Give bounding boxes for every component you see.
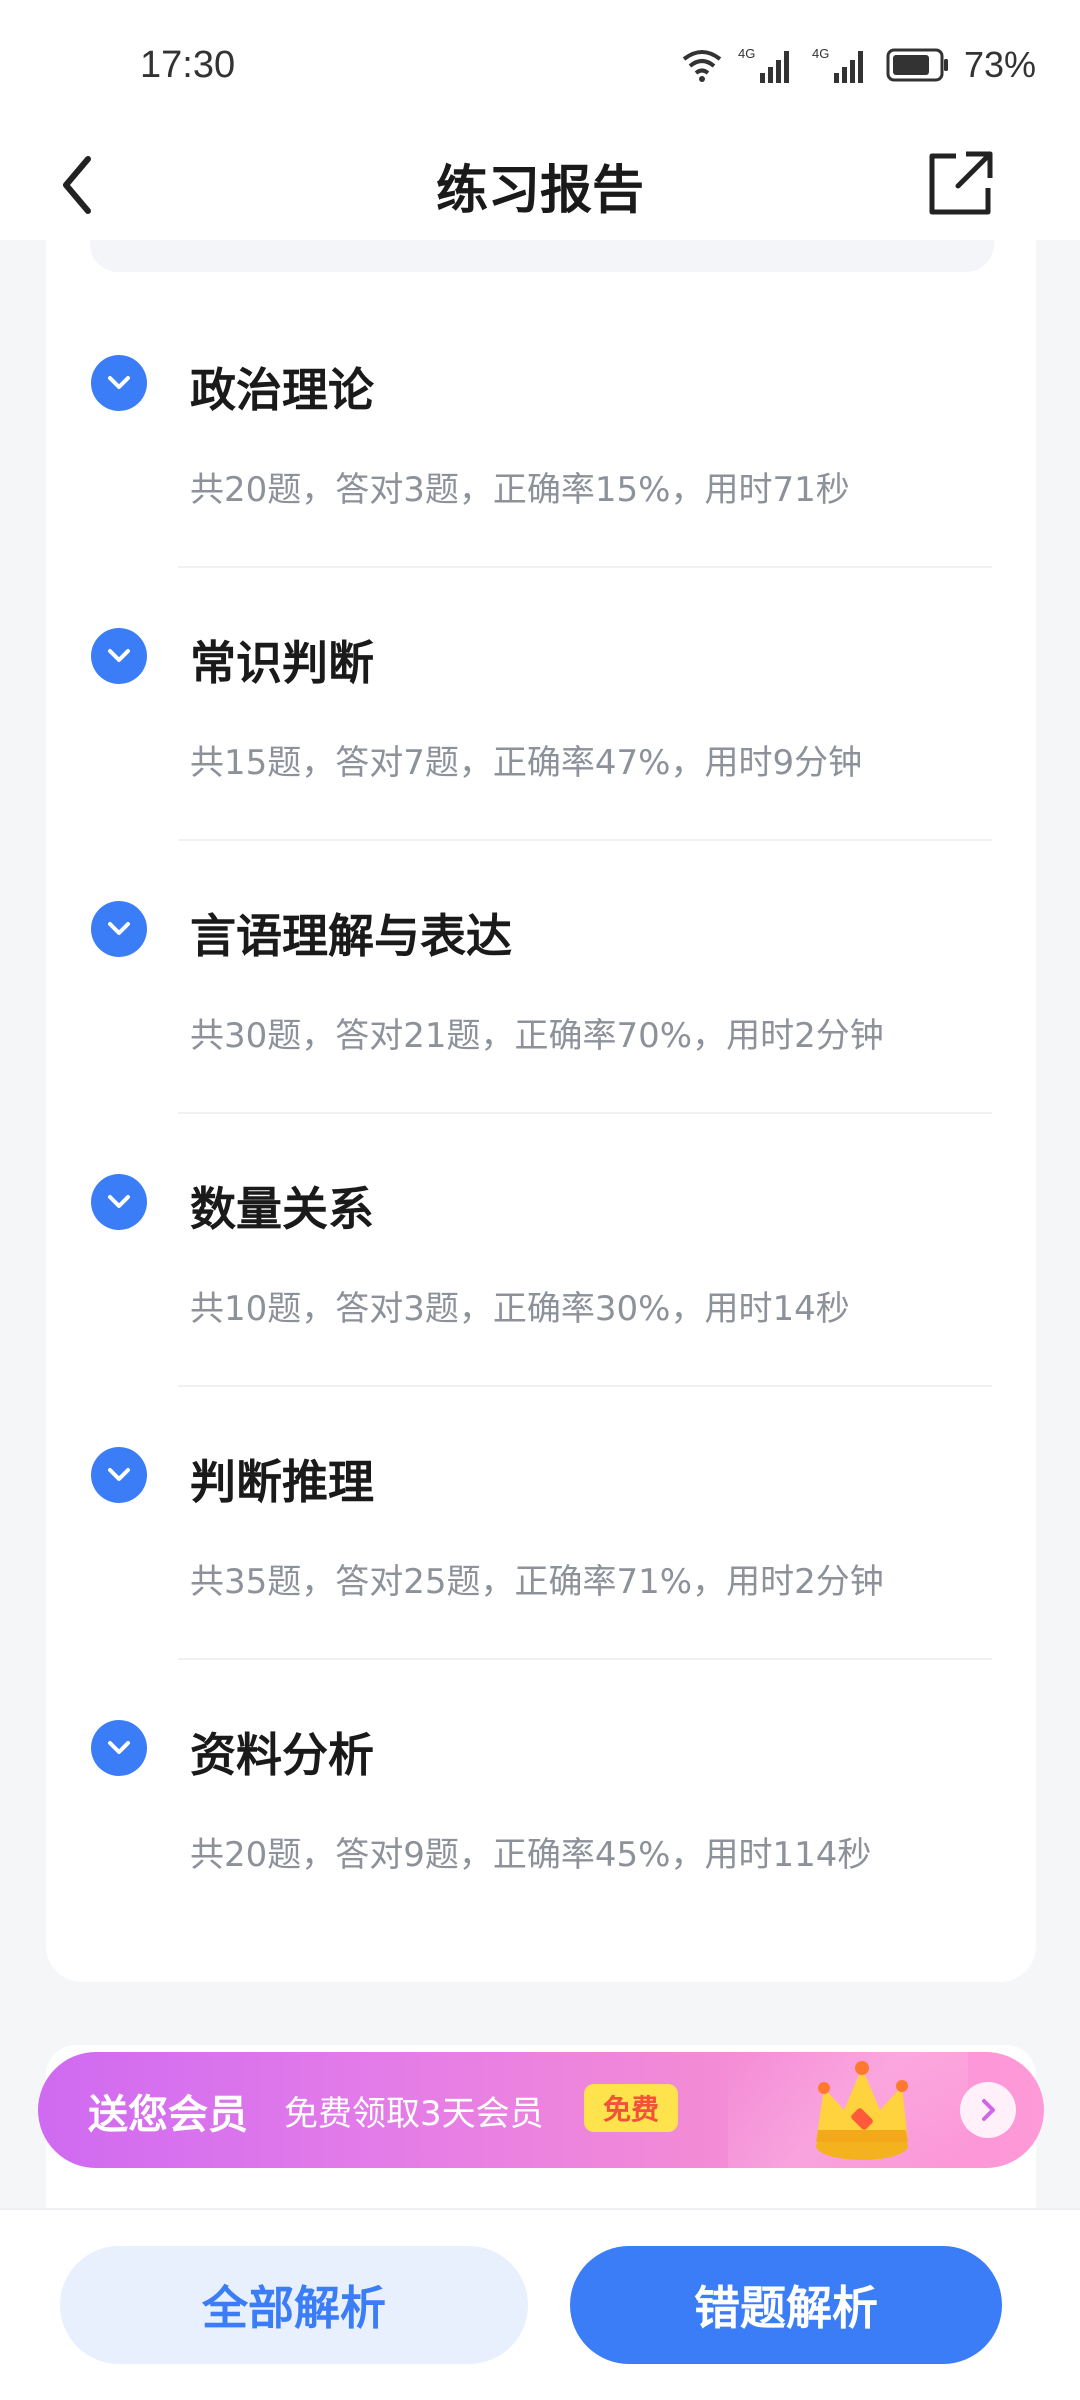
- network-type-label: 4G: [812, 46, 829, 61]
- chevron-right-icon: [982, 2099, 995, 2121]
- wrong-answer-analysis-button[interactable]: 错题解析: [570, 2246, 1002, 2364]
- expand-toggle[interactable]: [91, 1720, 147, 1776]
- chevron-down-icon: [108, 1195, 130, 1208]
- page-title: 练习报告: [435, 161, 644, 221]
- status-bar: 17:30 4G 4G 73%: [0, 0, 1080, 130]
- category-section[interactable]: 常识判断 共15题，答对7题，正确率47%，用时9分钟: [46, 513, 1036, 841]
- chevron-down-icon: [108, 1468, 130, 1481]
- category-section[interactable]: 言语理解与表达 共30题，答对21题，正确率70%，用时2分钟: [46, 786, 1036, 1114]
- category-section[interactable]: 判断推理 共35题，答对25题，正确率71%，用时2分钟: [46, 1332, 1036, 1660]
- category-section[interactable]: 数量关系 共10题，答对3题，正确率30%，用时14秒: [46, 1059, 1036, 1387]
- nav-bar: 练习报告: [0, 130, 1080, 240]
- category-title: 政治理论: [190, 363, 374, 417]
- chevron-down-icon: [108, 649, 130, 662]
- cellular-signal-icon: 4G: [738, 46, 789, 83]
- category-title: 数量关系: [190, 1182, 374, 1236]
- category-section[interactable]: 资料分析 共20题，答对9题，正确率45%，用时114秒: [46, 1605, 1036, 1878]
- all-analysis-button[interactable]: 全部解析: [60, 2246, 528, 2364]
- crown-icon: [816, 2061, 908, 2160]
- promo-main-text: 送您会员: [88, 2092, 248, 2138]
- category-section[interactable]: 政治理论 共20题，答对3题，正确率15%，用时71秒: [46, 240, 1036, 568]
- expand-toggle[interactable]: [91, 1174, 147, 1230]
- expand-toggle[interactable]: [91, 355, 147, 411]
- expand-toggle[interactable]: [91, 901, 147, 957]
- category-stats: 共10题，答对3题，正确率30%，用时14秒: [190, 1289, 850, 1329]
- battery-percent: 73%: [963, 44, 1036, 85]
- category-report-card: 政治理论 共20题，答对3题，正确率15%，用时71秒 常识判断 共15题，答对…: [46, 240, 1036, 1982]
- membership-promo-banner[interactable]: 送您会员 免费领取3天会员 免费: [38, 2052, 1044, 2168]
- practice-report-screen: 17:30 4G 4G 73% 练习报告 政治理论 共20题，答对3题，正确率1…: [0, 0, 1080, 2400]
- cellular-signal-icon: 4G: [812, 46, 863, 83]
- category-stats: 共15题，答对7题，正确率47%，用时9分钟: [190, 743, 863, 783]
- promo-arrow-button[interactable]: [960, 2082, 1016, 2138]
- category-title: 常识判断: [190, 636, 374, 690]
- category-title: 判断推理: [190, 1455, 374, 1509]
- category-title: 资料分析: [190, 1728, 374, 1782]
- category-stats: 共30题，答对21题，正确率70%，用时2分钟: [190, 1016, 884, 1056]
- expand-toggle[interactable]: [91, 628, 147, 684]
- free-badge: 免费: [584, 2084, 678, 2132]
- status-icons: 4G 4G 73%: [680, 40, 1036, 90]
- expand-toggle[interactable]: [91, 1447, 147, 1503]
- status-time: 17:30: [140, 44, 236, 86]
- chevron-down-icon: [108, 1741, 130, 1754]
- chevron-down-icon: [108, 376, 130, 389]
- category-stats: 共20题，答对3题，正确率15%，用时71秒: [190, 470, 850, 510]
- network-type-label: 4G: [738, 46, 755, 61]
- bottom-action-bar: 全部解析 错题解析: [0, 2208, 1080, 2400]
- wifi-icon: [682, 50, 722, 82]
- promo-sub-text: 免费领取3天会员: [284, 2094, 544, 2134]
- chevron-down-icon: [108, 922, 130, 935]
- category-stats: 共20题，答对9题，正确率45%，用时114秒: [190, 1835, 872, 1875]
- category-stats: 共35题，答对25题，正确率71%，用时2分钟: [190, 1562, 884, 1602]
- category-title: 言语理解与表达: [190, 909, 512, 963]
- share-external-icon[interactable]: [922, 146, 998, 222]
- battery-icon: [886, 48, 948, 82]
